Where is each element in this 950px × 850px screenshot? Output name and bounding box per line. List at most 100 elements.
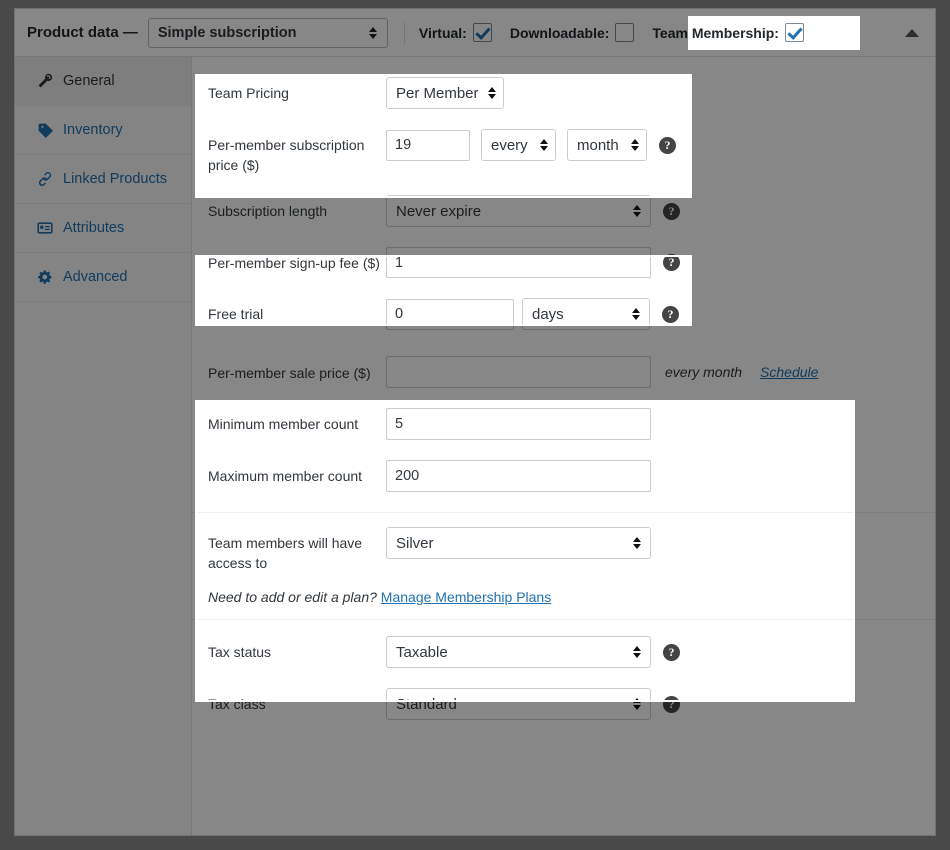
team-membership-checkbox[interactable]: [784, 23, 804, 42]
access-plan-select[interactable]: Silver: [386, 527, 651, 559]
team-membership-checkbox-group[interactable]: Team Membership:: [652, 23, 804, 42]
link-icon: [35, 171, 55, 187]
manage-membership-plans-link[interactable]: Manage Membership Plans: [381, 589, 551, 605]
help-icon[interactable]: ?: [663, 202, 680, 220]
product-data-body: General Inventory Linked Products Attrib…: [15, 57, 935, 835]
free-trial-row: Free trial 0 days ?: [192, 288, 935, 340]
chevron-updown-icon: [631, 306, 640, 322]
downloadable-checkbox-group[interactable]: Downloadable:: [510, 23, 635, 42]
max-members-label: Maximum member count: [208, 468, 363, 484]
sidebar-item-label: Inventory: [63, 122, 123, 138]
min-members-row: Minimum member count 5: [192, 398, 935, 450]
help-icon[interactable]: ?: [663, 695, 680, 713]
tax-status-select[interactable]: Taxable: [386, 636, 651, 668]
chevron-updown-icon: [369, 25, 378, 41]
sidebar-item-label: General: [63, 73, 115, 89]
product-type-value: Simple subscription: [157, 24, 297, 41]
access-plan-value: Silver: [396, 534, 434, 552]
subscription-length-row: Subscription length Never expire ?: [192, 185, 935, 237]
signup-fee-label: Per-member sign-up fee ($): [208, 255, 380, 271]
downloadable-label: Downloadable:: [509, 24, 610, 41]
product-data-panel: Product data — Simple subscription Virtu…: [14, 8, 936, 836]
plan-note: Need to add or edit a plan? Manage Membe…: [192, 583, 935, 619]
sale-price-input[interactable]: [386, 356, 651, 388]
max-members-input[interactable]: 200: [386, 460, 651, 492]
schedule-link[interactable]: Schedule: [760, 364, 818, 380]
chevron-updown-icon: [632, 696, 641, 712]
wrench-icon: [35, 73, 55, 89]
sidebar-item-label: Attributes: [63, 220, 125, 236]
attributes-icon: [35, 220, 55, 236]
access-plan-row: Team members will have access to Silver: [192, 513, 935, 583]
product-data-tabs: General Inventory Linked Products Attrib…: [15, 57, 192, 835]
triangle-up-icon[interactable]: [905, 28, 919, 37]
sale-price-suffix: every month: [665, 364, 743, 380]
free-trial-period-select[interactable]: days: [522, 298, 650, 330]
downloadable-checkbox[interactable]: [615, 23, 635, 42]
gear-icon: [35, 269, 55, 285]
team-pricing-value: Per Member: [396, 84, 479, 102]
tax-status-row: Tax status Taxable ?: [192, 620, 935, 678]
virtual-checkbox-group[interactable]: Virtual:: [419, 23, 492, 42]
chevron-updown-icon: [632, 203, 641, 219]
product-data-panel-screen: Product data — Simple subscription Virtu…: [0, 0, 950, 850]
help-icon[interactable]: ?: [662, 305, 679, 323]
signup-fee-value: 1: [395, 254, 404, 271]
help-icon[interactable]: ?: [663, 643, 680, 661]
chevron-updown-icon: [632, 644, 641, 660]
team-membership-label: Team Membership:: [652, 24, 779, 41]
chevron-updown-icon: [539, 137, 548, 153]
help-icon[interactable]: ?: [659, 136, 676, 154]
chevron-updown-icon: [488, 85, 497, 101]
billing-interval-value: every: [491, 136, 528, 154]
free-trial-value: 0: [395, 306, 404, 322]
tag-icon: [35, 122, 55, 138]
chevron-updown-icon: [630, 137, 639, 153]
access-plan-label: Team members will have access to: [208, 535, 363, 571]
billing-period-select[interactable]: month: [567, 129, 647, 161]
tax-class-label: Tax class: [208, 696, 266, 712]
team-pricing-select[interactable]: Per Member: [386, 77, 504, 109]
min-members-input[interactable]: 5: [386, 408, 651, 440]
min-members-value: 5: [395, 416, 404, 432]
sidebar-item-inventory[interactable]: Inventory: [15, 106, 191, 155]
sidebar-item-label: Linked Products: [63, 171, 167, 187]
subscription-length-value: Never expire: [396, 202, 482, 220]
free-trial-label: Free trial: [208, 306, 264, 322]
team-pricing-row: Team Pricing Per Member: [192, 67, 935, 119]
sidebar-item-general[interactable]: General: [15, 57, 191, 106]
billing-interval-select[interactable]: every: [481, 129, 556, 161]
subscription-length-label: Subscription length: [208, 203, 328, 219]
billing-period-value: month: [577, 136, 619, 154]
help-icon[interactable]: ?: [663, 254, 680, 271]
virtual-checkbox[interactable]: [472, 23, 492, 42]
header-divider: [403, 21, 405, 44]
min-members-label: Minimum member count: [208, 416, 359, 432]
sale-price-row: Per-member sale price ($) every month Sc…: [192, 340, 935, 398]
product-type-select[interactable]: Simple subscription: [147, 17, 388, 48]
signup-fee-row: Per-member sign-up fee ($) 1 ?: [192, 237, 935, 288]
max-members-row: Maximum member count 200: [192, 450, 935, 502]
per-member-price-row: Per-member subscription price ($) 19 eve…: [192, 119, 935, 185]
sidebar-item-label: Advanced: [63, 269, 128, 285]
page-title: Product data —: [27, 24, 138, 41]
free-trial-input[interactable]: 0: [386, 298, 514, 330]
chevron-updown-icon: [632, 535, 641, 551]
plan-note-text: Need to add or edit a plan?: [208, 589, 377, 605]
tax-status-label: Tax status: [208, 644, 272, 660]
per-member-price-input[interactable]: 19: [386, 129, 470, 161]
tax-class-row: Tax class Standard ?: [192, 678, 935, 730]
max-members-value: 200: [395, 468, 420, 484]
tax-class-value: Standard: [396, 695, 457, 713]
sidebar-item-linked-products[interactable]: Linked Products: [15, 155, 191, 204]
per-member-price-label: Per-member subscription price ($): [208, 137, 365, 173]
product-data-header: Product data — Simple subscription Virtu…: [15, 9, 935, 57]
sidebar-item-advanced[interactable]: Advanced: [15, 253, 191, 302]
tax-class-select[interactable]: Standard: [386, 688, 651, 720]
general-tab-content: Team Pricing Per Member Per-member subsc…: [192, 57, 935, 835]
signup-fee-input[interactable]: 1: [386, 247, 651, 278]
virtual-label: Virtual:: [418, 24, 467, 41]
sidebar-item-attributes[interactable]: Attributes: [15, 204, 191, 253]
free-trial-period-value: days: [532, 305, 564, 323]
subscription-length-select[interactable]: Never expire: [386, 195, 651, 227]
